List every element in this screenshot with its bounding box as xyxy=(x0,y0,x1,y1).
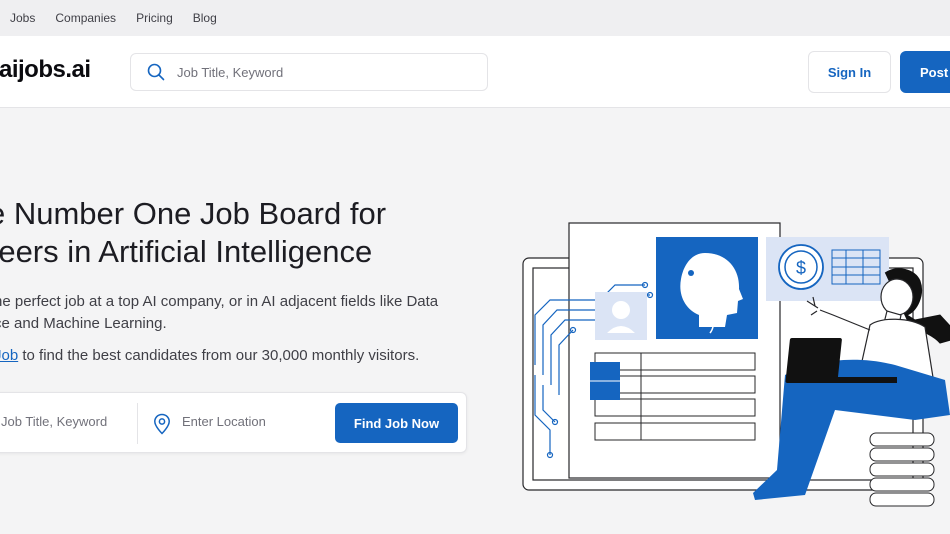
header: aijobs.ai Sign In Post xyxy=(0,36,950,108)
location-input[interactable] xyxy=(182,414,322,429)
hero-title-line-2: reers in Artificial Intelligence xyxy=(0,234,373,269)
post-job-button[interactable]: Post xyxy=(900,51,950,93)
location-pin-icon xyxy=(153,413,171,435)
dollar-icon: $ xyxy=(796,258,806,278)
find-job-button[interactable]: Find Job Now xyxy=(335,403,458,443)
hero-title-line-1: e Number One Job Board for xyxy=(0,196,387,231)
document-illustration xyxy=(534,222,781,479)
hero-title: e Number One Job Board for reers in Arti… xyxy=(0,195,386,271)
sign-in-button[interactable]: Sign In xyxy=(808,51,891,93)
hero-post-text: Job to find the best candidates from our… xyxy=(0,347,419,364)
keyword-input[interactable] xyxy=(1,414,131,429)
nav-link-blog[interactable]: Blog xyxy=(193,11,217,25)
nav-link-pricing[interactable]: Pricing xyxy=(136,11,173,25)
coin-stack xyxy=(869,432,935,507)
job-search-form: Find Job Now xyxy=(0,392,467,453)
nav-link-jobs[interactable]: Jobs xyxy=(10,11,35,25)
nav-link-companies[interactable]: Companies xyxy=(55,11,116,25)
hero-subtitle-line-2: ce and Machine Learning. xyxy=(0,315,167,332)
hero-subtitle: he perfect job at a top AI company, or i… xyxy=(0,291,438,335)
logo[interactable]: aijobs.ai xyxy=(0,56,91,84)
header-search[interactable] xyxy=(130,53,488,91)
hero-subtitle-line-1: he perfect job at a top AI company, or i… xyxy=(0,293,439,310)
header-search-input[interactable] xyxy=(177,64,457,80)
divider xyxy=(137,403,138,444)
finance-card: $ xyxy=(766,237,889,301)
hero-illustration: $ xyxy=(522,222,950,507)
hero-post-suffix: to find the best candidates from our 30,… xyxy=(18,347,420,364)
search-icon xyxy=(147,63,165,81)
post-job-link[interactable]: Job xyxy=(0,347,18,364)
top-nav: Jobs Companies Pricing Blog xyxy=(0,0,950,36)
